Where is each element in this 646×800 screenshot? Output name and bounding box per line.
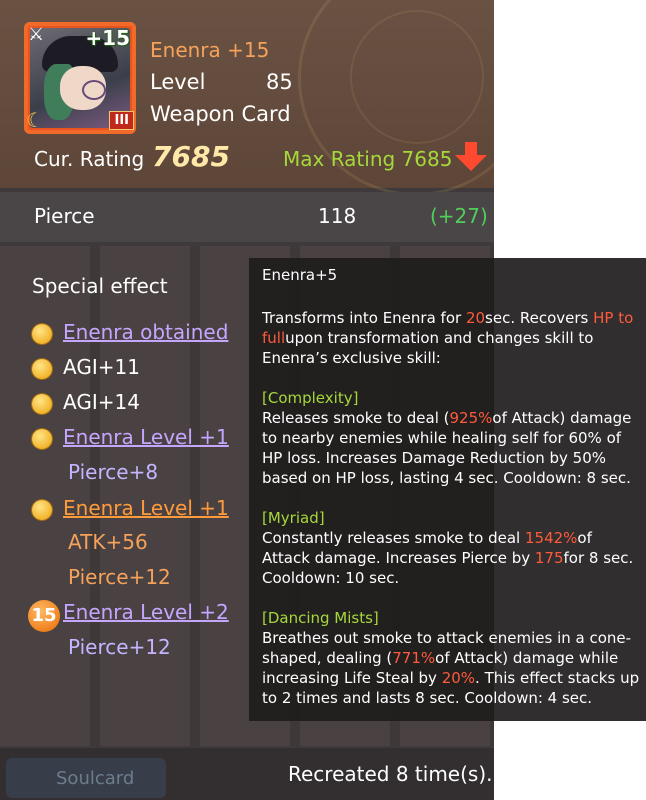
recreated-count: Recreated 8 time(s). <box>288 762 493 786</box>
tier-badge: III <box>109 111 134 130</box>
level-value: 85 <box>266 70 293 94</box>
special-effect-title: Special effect <box>32 274 168 298</box>
effect-subitem: Pierce+12 <box>68 565 171 589</box>
coin-icon <box>32 324 52 344</box>
tooltip-intro: Transforms into Enenra for 20sec. Recove… <box>262 309 634 367</box>
card-type: Weapon Card <box>150 102 291 126</box>
coin-icon <box>32 429 52 449</box>
moon-icon: ☾ <box>26 108 44 132</box>
cur-rating-label: Cur. Rating <box>34 147 145 171</box>
effect-item: AGI+11 <box>63 355 140 379</box>
stat-label: Pierce <box>34 204 95 228</box>
soulcard-button-label: Soulcard <box>56 768 135 789</box>
card-name: Enenra +15 <box>150 38 270 62</box>
enhance-level-badge: +15 <box>85 26 130 50</box>
coin-icon <box>32 500 52 520</box>
coin-icon <box>32 359 52 379</box>
tooltip-skill-myriad: [Myriad] Constantly releases smoke to dea… <box>262 509 634 587</box>
sword-icon: ⚔ <box>28 24 45 45</box>
effect-subitem: Pierce+8 <box>68 460 159 484</box>
cur-rating-value: 7685 <box>152 140 230 173</box>
effect-subitem: ATK+56 <box>68 530 148 554</box>
coin-icon <box>32 394 52 414</box>
level-15-badge-icon: 15 <box>28 600 60 632</box>
stat-bonus: (+27) <box>430 204 488 228</box>
effect-link-enenra-level[interactable]: Enenra Level +1 <box>63 425 229 449</box>
tooltip-skill-complexity: [Complexity] Releases smoke to deal (925%… <box>262 389 632 487</box>
effect-link-enenra-level[interactable]: Enenra Level +1 <box>63 496 229 520</box>
header-decoration-inner <box>350 10 484 144</box>
effect-link-enenra-level[interactable]: Enenra Level +2 <box>63 600 229 624</box>
effect-subitem: Pierce+12 <box>68 635 171 659</box>
stat-value: 118 <box>318 204 357 228</box>
skill-tooltip: Enenra+5 Transforms into Enenra for 20se… <box>249 258 646 721</box>
max-rating-label: Max Rating 7685 <box>283 147 453 171</box>
level-label: Level <box>150 70 206 94</box>
effect-item: AGI+14 <box>63 390 140 414</box>
card-portrait[interactable]: ⚔ +15 ☾ III <box>24 22 136 134</box>
effect-link-enenra-obtained[interactable]: Enenra obtained <box>63 320 228 344</box>
glasses-shape <box>82 80 106 100</box>
tooltip-skill-dancing-mists: [Dancing Mists] Breathes out smoke to att… <box>262 609 640 707</box>
tooltip-body: Transforms into Enenra for 20sec. Recove… <box>262 308 642 728</box>
tooltip-title: Enenra+5 <box>262 266 338 284</box>
